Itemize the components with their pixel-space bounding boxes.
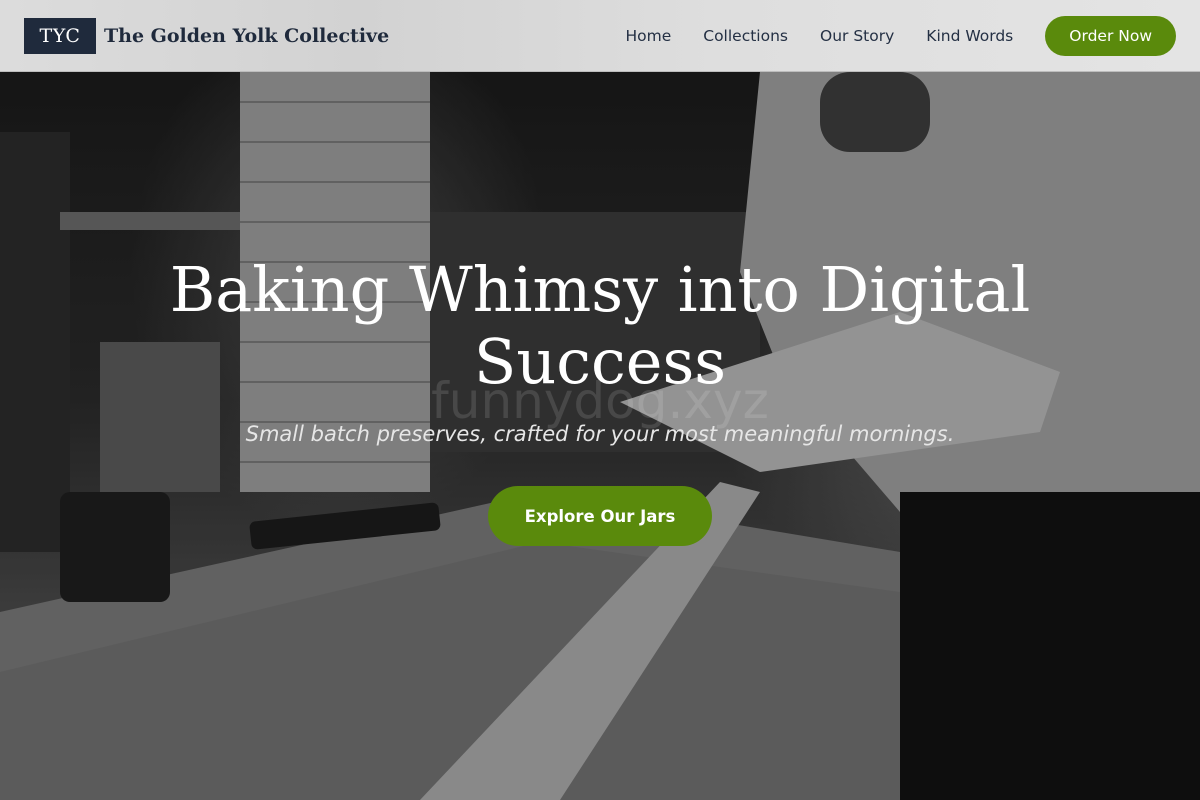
nav-link-collections[interactable]: Collections — [703, 27, 788, 45]
hero-title: Baking Whimsy into Digital Success — [169, 253, 1031, 398]
explore-jars-button[interactable]: Explore Our Jars — [488, 486, 712, 546]
logo[interactable]: TYC — [24, 17, 96, 54]
nav-link-our-story[interactable]: Our Story — [820, 27, 894, 45]
brand-name[interactable]: The Golden Yolk Collective — [104, 25, 389, 47]
hero-section: funnydog.xyz Baking Whimsy into Digital … — [0, 72, 1200, 800]
hero-subtitle: Small batch preserves, crafted for your … — [245, 422, 955, 446]
brand[interactable]: TYC The Golden Yolk Collective — [24, 17, 389, 54]
main-nav: Home Collections Our Story Kind Words Or… — [593, 15, 1176, 56]
order-now-button[interactable]: Order Now — [1045, 15, 1176, 56]
nav-link-kind-words[interactable]: Kind Words — [926, 27, 1013, 45]
site-header: TYC The Golden Yolk Collective Home Coll… — [0, 0, 1200, 72]
nav-link-home[interactable]: Home — [625, 27, 671, 45]
